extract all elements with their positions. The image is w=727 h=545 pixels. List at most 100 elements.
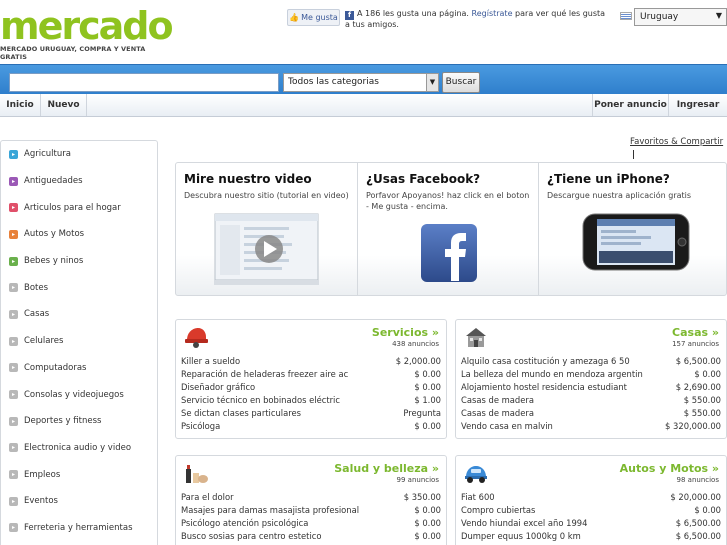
nav-nuevo[interactable]: Nuevo bbox=[41, 94, 87, 116]
category-bullet-icon: ▸ bbox=[9, 203, 18, 213]
category-bullet-icon: ▸ bbox=[9, 283, 18, 293]
box-count: 438 anuncios bbox=[392, 340, 439, 348]
listing-row[interactable]: Masajes para damas masajista profesional… bbox=[181, 504, 441, 517]
listing-title: Vendo hiundai excel año 1994 bbox=[461, 518, 588, 528]
listing-rows: Killer a sueldo $ 2,000.00 Reparación de h… bbox=[181, 355, 441, 433]
listing-row[interactable]: Dumper equus 1000kg 0 km $ 6,500.00 bbox=[461, 530, 721, 543]
sidebar-item[interactable]: ▸ Celulares bbox=[1, 328, 157, 355]
sidebar-item-label: Electronica audio y video bbox=[24, 442, 132, 453]
sidebar-item[interactable]: ▸ Electronica audio y video bbox=[1, 435, 157, 462]
listing-row[interactable]: Vendo casa en malvin $ 320,000.00 bbox=[461, 420, 721, 433]
sidebar-item[interactable]: ▸ Empleos bbox=[1, 461, 157, 488]
listing-row[interactable]: Killer a sueldo $ 2,000.00 bbox=[181, 355, 441, 368]
listing-title: Servicio técnico en bobinados eléctric bbox=[181, 395, 340, 405]
listing-title: Alquilo casa costitución y amezaga 6 50 bbox=[461, 356, 630, 366]
chevron-down-icon: ▼ bbox=[426, 74, 438, 91]
chevron-down-icon: ▼ bbox=[715, 11, 722, 20]
nav-poner-anuncio[interactable]: Poner anuncio bbox=[592, 94, 669, 116]
listing-row[interactable]: La belleza del mundo en mendoza argentin… bbox=[461, 368, 721, 381]
facebook-logo-icon bbox=[421, 224, 477, 282]
country-select[interactable]: Uruguay ▼ bbox=[634, 8, 727, 26]
promo-subtitle: Porfavor Apoyanos! haz click en el boton… bbox=[366, 191, 530, 211]
category-bullet-icon: ▸ bbox=[9, 470, 18, 480]
nav-inicio[interactable]: Inicio bbox=[0, 94, 41, 116]
fb-like-button[interactable]: 👍 Me gusta bbox=[287, 9, 340, 26]
listing-title: Dumper equus 1000kg 0 km bbox=[461, 531, 581, 541]
video-thumbnail-icon bbox=[214, 213, 319, 285]
listing-row[interactable]: Reparación de heladeras freezer aire ac $… bbox=[181, 368, 441, 381]
sidebar-item[interactable]: ▸ Agricultura bbox=[1, 141, 157, 168]
listing-row[interactable]: Fiat 600 $ 20,000.00 bbox=[461, 491, 721, 504]
divider bbox=[633, 150, 634, 159]
listing-row[interactable]: Psicólogo atención psicológica $ 0.00 bbox=[181, 517, 441, 530]
promo-title: ¿Tiene un iPhone? bbox=[547, 172, 670, 186]
listing-price: $ 0.00 bbox=[414, 505, 441, 515]
listing-row[interactable]: Diseñador gráfico $ 0.00 bbox=[181, 381, 441, 394]
category-bullet-icon: ▸ bbox=[9, 523, 18, 533]
listing-price: $ 0.00 bbox=[414, 369, 441, 379]
listing-row[interactable]: Compro cubiertas $ 0.00 bbox=[461, 504, 721, 517]
sidebar-item[interactable]: ▸ Autos y Motos bbox=[1, 221, 157, 248]
promo-facebook[interactable]: ¿Usas Facebook? Porfavor Apoyanos! haz c… bbox=[358, 163, 539, 295]
sidebar-item-label: Computadoras bbox=[24, 362, 87, 373]
listing-price: $ 550.00 bbox=[683, 395, 721, 405]
sidebar-item-label: Agricultura bbox=[24, 149, 71, 160]
sidebar-item[interactable]: ▸ Ferreteria y herramientas bbox=[1, 515, 157, 542]
category-bullet-icon: ▸ bbox=[9, 176, 18, 186]
helmet-icon bbox=[185, 328, 208, 348]
facebook-icon: f bbox=[345, 11, 354, 20]
sidebar-item-label: Botes bbox=[24, 282, 49, 293]
promo-video[interactable]: Mire nuestro video Descubra nuestro siti… bbox=[176, 163, 358, 295]
listing-row[interactable]: Para el dolor $ 350.00 bbox=[181, 491, 441, 504]
category-select[interactable]: Todos las categorias ▼ bbox=[283, 73, 439, 92]
search-button[interactable]: Buscar bbox=[442, 72, 480, 93]
box-title[interactable]: Salud y belleza » bbox=[334, 462, 439, 475]
listing-title: Vendo casa en malvin bbox=[461, 421, 553, 431]
box-title[interactable]: Servicios » bbox=[372, 326, 439, 339]
favoritos-link[interactable]: Favoritos & Compartir bbox=[630, 137, 723, 147]
listing-row[interactable]: Servicio técnico en bobinados eléctric $ … bbox=[181, 394, 441, 407]
sidebar-item[interactable]: ▸ Articulos para el hogar bbox=[1, 194, 157, 221]
listing-title: Busco sosias para centro estetico bbox=[181, 531, 322, 541]
fb-like-label: Me gusta bbox=[301, 13, 338, 22]
search-input[interactable] bbox=[9, 73, 279, 92]
listing-row[interactable]: Busco sosias para centro estetico $ 0.00 bbox=[181, 530, 441, 543]
listing-row[interactable]: Casas de madera $ 550.00 bbox=[461, 407, 721, 420]
sidebar-item-label: Autos y Motos bbox=[24, 229, 85, 240]
listing-row[interactable]: Vendo hiundai excel año 1994 $ 6,500.00 bbox=[461, 517, 721, 530]
sidebar-item[interactable]: ▸ Consolas y videojuegos bbox=[1, 381, 157, 408]
sidebar-item[interactable]: ▸ Computadoras bbox=[1, 355, 157, 382]
fb-line-prefix: A 186 les gusta una página. bbox=[357, 9, 469, 18]
sidebar-item-label: Deportes y fitness bbox=[24, 416, 102, 427]
sidebar-item[interactable]: ▸ Bebes y ninos bbox=[1, 248, 157, 275]
sidebar-item[interactable]: ▸ Antiguedades bbox=[1, 168, 157, 195]
promo-title: Mire nuestro video bbox=[184, 172, 312, 186]
sidebar-item[interactable]: ▸ Botes bbox=[1, 274, 157, 301]
box-title[interactable]: Casas » bbox=[672, 326, 719, 339]
house-icon bbox=[466, 328, 486, 347]
sidebar-item[interactable]: ▸ Casas bbox=[1, 301, 157, 328]
listing-price: $ 550.00 bbox=[683, 408, 721, 418]
listing-row[interactable]: Alquilo casa costitución y amezaga 6 50 $… bbox=[461, 355, 721, 368]
listing-price: $ 350.00 bbox=[403, 492, 441, 502]
listing-title: Diseñador gráfico bbox=[181, 382, 256, 392]
sidebar-item-label: Ferreteria y herramientas bbox=[24, 522, 133, 533]
nav-ingresar[interactable]: Ingresar bbox=[669, 94, 727, 116]
listing-row[interactable]: Se dictan clases particulares Pregunta bbox=[181, 407, 441, 420]
listing-row[interactable]: Casas de madera $ 550.00 bbox=[461, 394, 721, 407]
promo-iphone[interactable]: ¿Tiene un iPhone? Descargue nuestra apli… bbox=[539, 163, 727, 295]
site-logo[interactable]: mercado MERCADO URUGUAY, COMPRA Y VENTA … bbox=[0, 6, 174, 61]
sidebar-item[interactable]: ▸ Eventos bbox=[1, 488, 157, 515]
listing-price: $ 2,690.00 bbox=[675, 382, 721, 392]
fb-register-link[interactable]: Regístrate bbox=[472, 9, 513, 18]
listing-row[interactable]: Alojamiento hostel residencia estudiant $… bbox=[461, 381, 721, 394]
sidebar-item-label: Antiguedades bbox=[24, 176, 83, 187]
category-bullet-icon: ▸ bbox=[9, 149, 18, 159]
sidebar-item-label: Consolas y videojuegos bbox=[24, 389, 124, 400]
listing-rows: Alquilo casa costitución y amezaga 6 50 $… bbox=[461, 355, 721, 433]
listing-row[interactable]: Psicóloga $ 0.00 bbox=[181, 420, 441, 433]
listing-title: Psicólogo atención psicológica bbox=[181, 518, 309, 528]
sidebar-item[interactable]: ▸ Deportes y fitness bbox=[1, 408, 157, 435]
box-title[interactable]: Autos y Motos » bbox=[620, 462, 719, 475]
listing-price: $ 20,000.00 bbox=[670, 492, 721, 502]
